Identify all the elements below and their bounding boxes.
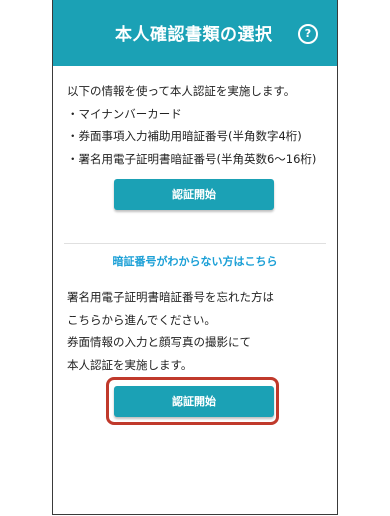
intro-line: ・券面事項入力補助用暗証番号(半角数字4桁)	[67, 129, 302, 143]
intro-line: ・マイナンバーカード	[67, 106, 182, 121]
help-icon[interactable]: ?	[298, 24, 318, 44]
app-header: 本人確認書類の選択 ?	[53, 0, 337, 66]
alt-line: 本人認証を実施します。	[67, 357, 193, 372]
alt-line: こちらから進んでください。	[67, 312, 216, 327]
alt-line: 券面情報の入力と顔写真の撮影にて	[67, 335, 251, 349]
intro-text: 以下の情報を使って本人認証を実施します。 ・マイナンバーカード ・券面事項入力補…	[67, 80, 327, 170]
forgot-pin-link[interactable]: 暗証番号がわからない方はこちら	[53, 253, 337, 269]
page-title: 本人確認書類の選択	[115, 25, 273, 45]
intro-line: 以下の情報を使って本人認証を実施します。	[67, 84, 296, 98]
start-auth-alt-button[interactable]: 認証開始	[114, 386, 274, 417]
alt-text: 署名用電子証明書暗証番号を忘れた方は こちらから進んでください。 券面情報の入力…	[67, 286, 327, 376]
start-auth-button[interactable]: 認証開始	[114, 179, 274, 210]
intro-line: ・署名用電子証明書暗証番号(半角英数6〜16桁)	[67, 151, 317, 166]
divider	[64, 243, 326, 244]
alt-line: 署名用電子証明書暗証番号を忘れた方は	[67, 290, 274, 304]
phone-screen: 本人確認書類の選択 ? 以下の情報を使って本人認証を実施します。 ・マイナンバー…	[52, 0, 338, 515]
